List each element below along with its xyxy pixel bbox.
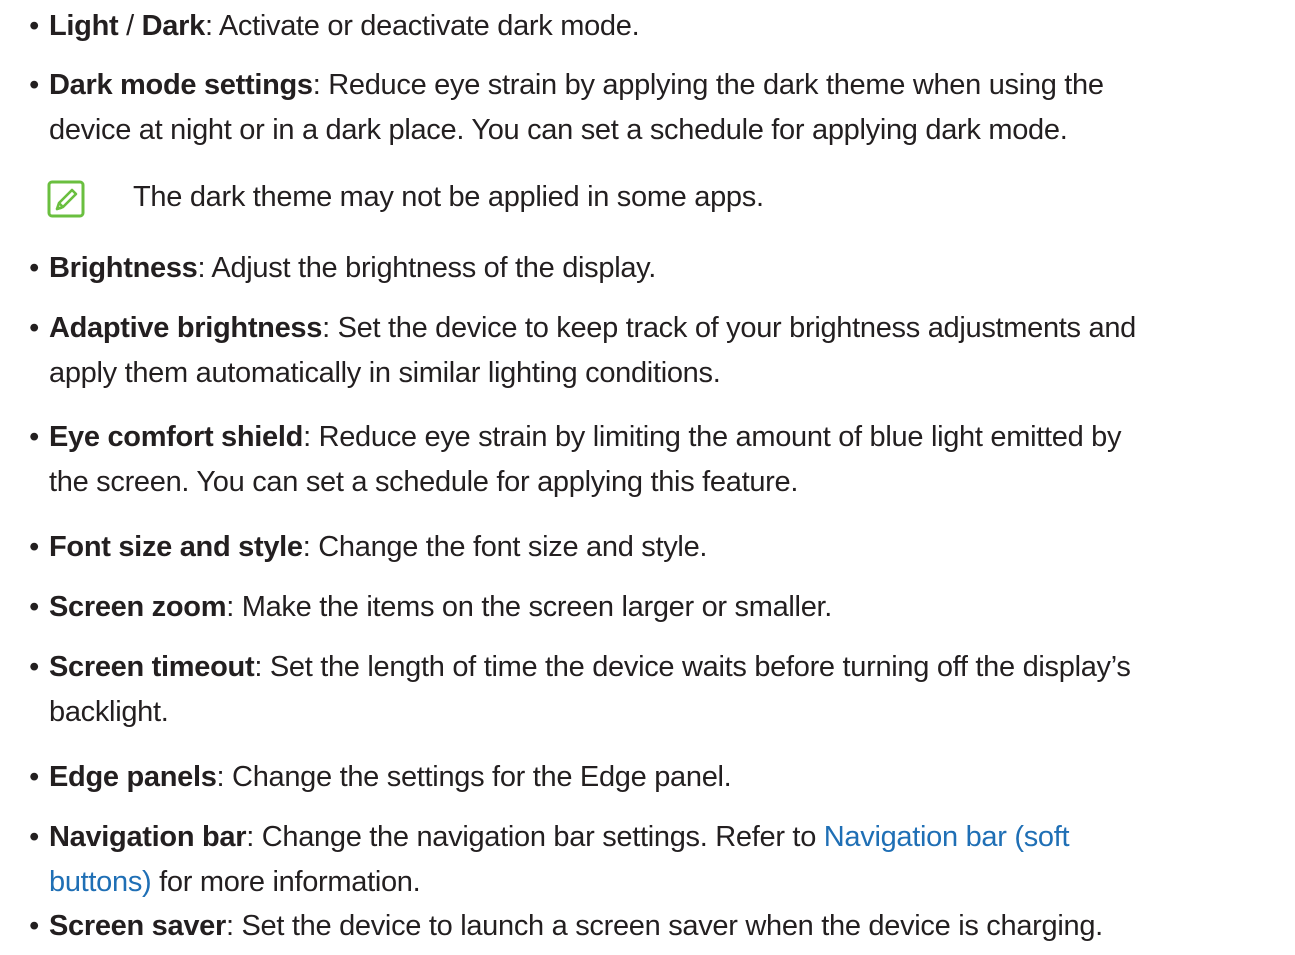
bullet: • <box>29 421 39 453</box>
navigation-bar-link-continued[interactable]: buttons) <box>49 866 152 898</box>
term-adaptive-brightness: Adaptive brightness <box>49 312 323 344</box>
term-screen-zoom: Screen zoom <box>49 591 227 623</box>
term-font-size-and-style: Font size and style <box>49 531 303 563</box>
bullet: • <box>29 312 39 344</box>
item-description: : Set the device to launch a screen save… <box>226 910 1103 942</box>
item-description: : Change the font size and style. <box>302 531 708 563</box>
item-description-line2: the screen. You can set a schedule for a… <box>49 466 799 498</box>
item-description: : Make the items on the screen larger or… <box>226 591 833 623</box>
bullet: • <box>29 531 39 563</box>
bullet: • <box>29 761 39 793</box>
term-eye-comfort-shield: Eye comfort shield <box>49 421 304 453</box>
item-description: : Change the settings for the Edge panel… <box>216 761 732 793</box>
item-description-line2: for more information. <box>151 866 421 898</box>
term-screen-saver: Screen saver <box>49 910 226 942</box>
note-text: The dark theme may not be applied in som… <box>133 181 764 213</box>
note-pencil-icon <box>47 180 85 218</box>
bullet: • <box>29 252 39 284</box>
term-screen-timeout: Screen timeout <box>49 651 255 683</box>
term-navigation-bar: Navigation bar <box>49 821 247 853</box>
bullet: • <box>29 910 39 942</box>
bullet: • <box>29 651 39 683</box>
term-dark: Dark <box>141 10 206 42</box>
item-description-line2: apply them automatically in similar ligh… <box>49 357 721 389</box>
item-description-line1: : Set the length of time the device wait… <box>254 651 1131 683</box>
navigation-bar-link[interactable]: Navigation bar (soft <box>824 821 1070 853</box>
item-description-line2: backlight. <box>49 696 169 728</box>
term-edge-panels: Edge panels <box>49 761 217 793</box>
bullet: • <box>29 69 39 101</box>
term-dark-mode-settings: Dark mode settings <box>49 69 313 101</box>
item-description-line2: device at night or in a dark place. You … <box>49 114 1068 146</box>
bullet: • <box>29 821 39 853</box>
item-description-line1: : Reduce eye strain by limiting the amou… <box>303 421 1122 453</box>
bullet: • <box>29 591 39 623</box>
bullet: • <box>29 10 39 42</box>
term-brightness: Brightness <box>49 252 198 284</box>
term-light: Light <box>49 10 119 42</box>
item-description: : Adjust the brightness of the display. <box>197 252 656 284</box>
item-description-line1: : Set the device to keep track of your b… <box>322 312 1136 344</box>
item-description: : Activate or deactivate dark mode. <box>204 10 640 42</box>
item-description-line1: : Reduce eye strain by applying the dark… <box>312 69 1104 101</box>
item-description-line1: : Change the navigation bar settings. Re… <box>246 821 824 853</box>
term-separator: / <box>118 10 142 42</box>
manual-page: • Light / Dark: Activate or deactivate d… <box>0 0 1295 955</box>
